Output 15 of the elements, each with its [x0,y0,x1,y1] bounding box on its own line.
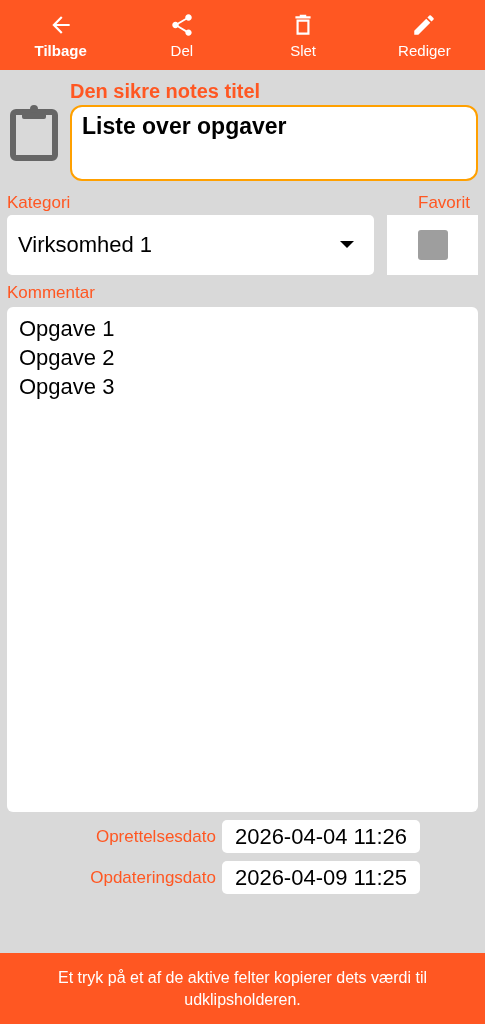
title-label: Den sikre notes titel [70,80,262,103]
comment-label: Kommentar [7,283,96,303]
category-label: Kategori [7,193,71,213]
favorite-label: Favorit [418,193,470,213]
date-label: Oprettelsesdato [95,826,216,847]
date-value[interactable]: 2026-04-09 11:25 [221,861,420,894]
category-dropdown[interactable]: Virksomhed 1 [7,215,374,275]
title-field[interactable]: Liste over opgaver [70,105,478,181]
dropdown-caret-icon [340,241,354,249]
date-value[interactable]: 2026-04-04 11:26 [221,820,420,853]
comment-field[interactable]: Opgave 1 Opgave 2 Opgave 3 [7,307,478,812]
date-label: Opdateringsdato [90,867,216,888]
favorite-checkbox[interactable] [417,230,448,260]
clipboard-icon [9,105,58,161]
footer-text: Et tryk på et af de aktive felter kopierer dets værdi til udklipsholderen. [56,967,428,1010]
